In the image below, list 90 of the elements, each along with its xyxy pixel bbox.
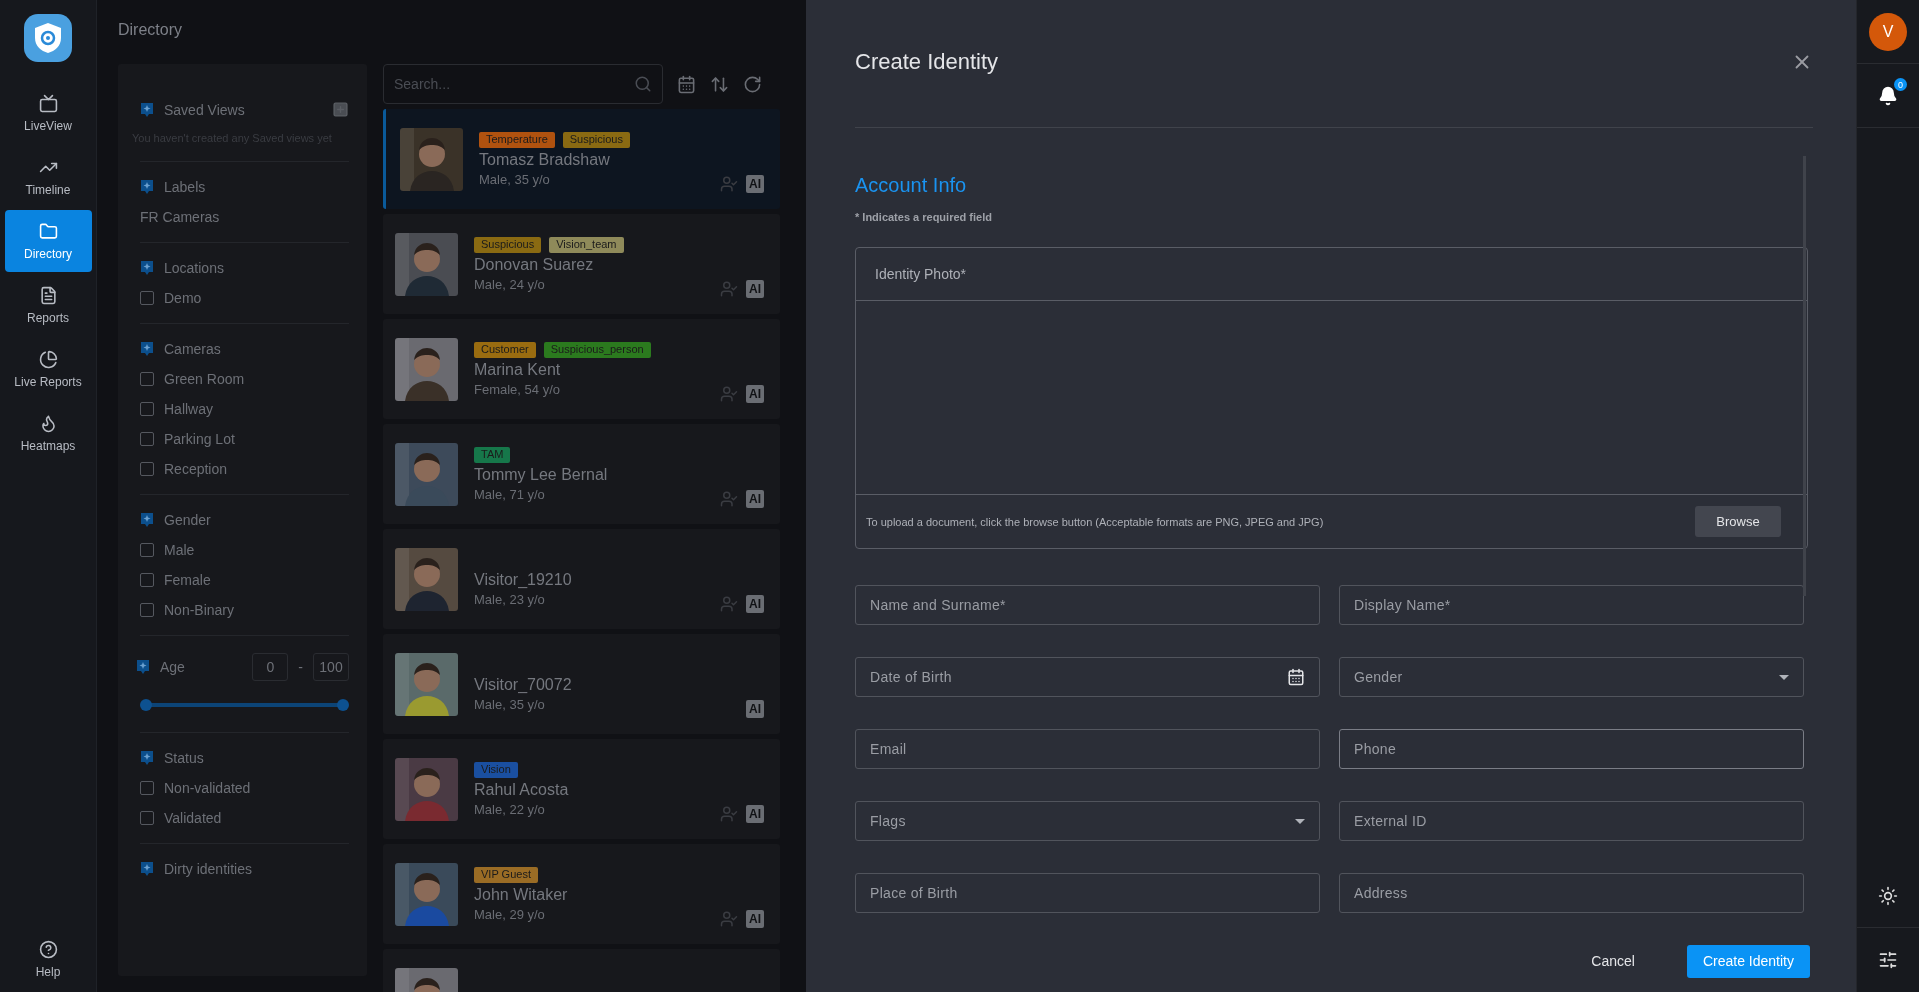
nav-item[interactable]: LiveView [4, 82, 92, 144]
ai-label: AI [746, 910, 764, 928]
nav-item[interactable]: Heatmaps [4, 402, 92, 464]
tag: Temperature [479, 131, 555, 148]
identity-card[interactable]: Suspicious Vision_team Donovan Suarez Male, 24 y/o AI [383, 214, 780, 314]
input-field[interactable]: Address [1339, 873, 1804, 913]
upload-hint: To upload a document, click the browse button (Acceptable formats are PNG, JPEG and JPG) [866, 515, 1324, 528]
notification-count: 0 [1894, 78, 1907, 91]
option-label: Female [164, 572, 211, 588]
option-label: Hallway [164, 401, 213, 417]
tag: VIP Guest [474, 866, 538, 883]
nav-item[interactable]: Reports [4, 274, 92, 336]
option-label: Non-validated [164, 780, 251, 796]
section-title: Locations [164, 260, 225, 276]
browse-button[interactable]: Browse [1695, 506, 1781, 537]
option-label: Non-Binary [164, 602, 235, 618]
option-label: Validated [164, 810, 222, 826]
input-field[interactable]: Date of Birth [855, 657, 1320, 697]
identity-card[interactable]: Customer Suspicious_person Marina Kent Female, 54 y/o AI [383, 319, 780, 419]
tag: Suspicious_person [543, 341, 651, 358]
min-age-field[interactable]: 0 [252, 653, 289, 681]
option-label: Male [164, 542, 195, 558]
option-label: Reception [164, 461, 228, 477]
tag: Customer [474, 341, 536, 358]
identity-card[interactable]: VIP Guest John Witaker Male, 29 y/o AI [383, 844, 780, 944]
section-title: Gender [164, 512, 212, 528]
person-name: Rahul Acosta [474, 780, 569, 799]
tag: TAM [474, 446, 511, 463]
label-item[interactable]: FR Cameras [140, 209, 349, 225]
person-details: Male, 22 y/o [474, 801, 545, 817]
input-field[interactable]: Display Name* [1339, 585, 1804, 625]
cancel-button[interactable]: Cancel [1585, 952, 1641, 970]
person-details: Male, 71 y/o [474, 486, 545, 502]
person-name: Tommy Lee Bernal [474, 465, 608, 484]
input-field[interactable]: Phone [1339, 729, 1804, 769]
person-details: Male, 35 y/o [474, 696, 545, 712]
input-field[interactable]: Email [855, 729, 1320, 769]
create-identity-button[interactable]: Create Identity [1686, 944, 1810, 978]
tag: Suspicious [474, 236, 542, 253]
person-details: Female, 54 y/o [474, 381, 560, 397]
person-details: Male, 24 y/o [474, 276, 545, 292]
ai-label: AI [746, 175, 764, 193]
option-label: Parking Lot [164, 431, 235, 447]
person-name: John Witaker [474, 885, 568, 904]
identity-card[interactable]: Visitor_19210 Male, 23 y/o AI [383, 529, 780, 629]
nav-item[interactable]: Timeline [4, 146, 92, 208]
ai-label: AI [746, 595, 764, 613]
person-details: Male, 23 y/o [474, 591, 545, 607]
nav-item[interactable]: Live Reports [4, 338, 92, 400]
person-name: Tomasz Bradshaw [479, 150, 610, 169]
identity-card[interactable]: Visitor_70072 Male, 35 y/o AI [383, 634, 780, 734]
section-title: Status [164, 750, 205, 766]
input-field[interactable]: Place of Birth [855, 873, 1320, 913]
option-label: Demo [164, 290, 202, 306]
section-title: Cameras [164, 341, 222, 357]
page-title: Directory [118, 20, 183, 40]
person-details: Male, 29 y/o [474, 906, 545, 922]
tag: Suspicious [562, 131, 630, 148]
section-title: Labels [164, 179, 207, 195]
section-title: Dirty identities [164, 861, 253, 877]
person-details: Male, 35 y/o [479, 171, 550, 187]
section-title: Saved Views [164, 101, 246, 118]
required-note: * Indicates a required field [855, 211, 993, 223]
identity-card[interactable]: Temperature Suspicious Tomasz Bradshaw Male, 35 y/o AI [383, 109, 780, 209]
section-heading: Account Info [855, 174, 968, 197]
ai-label: AI [746, 385, 764, 403]
section-title: Age [160, 659, 186, 675]
dropdown-field[interactable]: Flags [855, 801, 1320, 841]
identity-card[interactable]: Vision Rahul Acosta Male, 22 y/o AI [383, 739, 780, 839]
option-label: Green Room [164, 371, 245, 387]
ai-label: AI [746, 280, 764, 298]
nav-item[interactable]: Directory [4, 210, 92, 272]
range-separator: - [298, 659, 303, 675]
ai-label: AI [746, 490, 764, 508]
tag: Vision_team [549, 236, 624, 253]
input-field[interactable]: External ID [1339, 801, 1804, 841]
input-field[interactable]: Name and Surname* [855, 585, 1320, 625]
person-name: Visitor_19210 [474, 570, 572, 589]
person-name: Donovan Suarez [474, 255, 594, 274]
max-age-field[interactable]: 100 [313, 653, 349, 681]
ai-label: AI [746, 700, 764, 718]
user-avatar[interactable]: V [1869, 12, 1907, 51]
person-name: Visitor_70072 [474, 675, 572, 694]
dialog-title: Create Identity [855, 48, 999, 75]
ai-label: AI [746, 805, 764, 823]
dropdown-field[interactable]: Gender [1339, 657, 1804, 697]
identity-card[interactable]: TAM Tommy Lee Bernal Male, 71 y/o AI [383, 424, 780, 524]
person-name: Marina Kent [474, 360, 561, 379]
help-button[interactable]: Help [4, 928, 92, 990]
tag: Vision [474, 761, 518, 778]
